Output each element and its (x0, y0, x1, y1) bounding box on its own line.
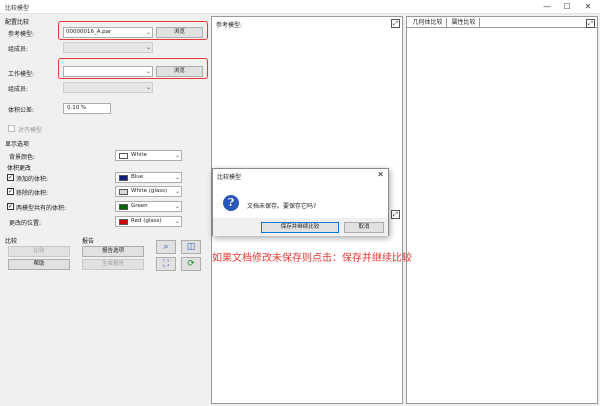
shared-volume-combo[interactable]: Green ⌄ (115, 201, 182, 212)
window-title: 比较模型 (5, 5, 30, 12)
fit-icon: ⛶ (162, 259, 170, 269)
chevron-down-icon: ⌄ (174, 174, 180, 181)
ref-model-value: 00000016_A.par (66, 29, 112, 35)
maximize-button[interactable]: ☐ (560, 1, 574, 13)
refresh-icon: ⟳ (187, 259, 195, 269)
changed-position-label: 更改的位置: (9, 220, 42, 227)
dialog-title: 比较模型 (217, 174, 242, 181)
bg-color-value: White (131, 152, 147, 158)
white-swatch (119, 153, 128, 159)
red-swatch (119, 219, 128, 225)
chevron-down-icon: ⌄ (174, 203, 180, 210)
config-section-title: 配置比较 (5, 19, 30, 26)
work-member-combo[interactable]: ⌄ (63, 82, 153, 93)
minimize-button[interactable]: — (540, 1, 554, 13)
generate-report-button[interactable]: 生成报告 (82, 259, 144, 270)
blue-swatch (119, 175, 128, 181)
added-volume-value: Blue (131, 174, 144, 180)
removed-volume-combo[interactable]: White (glass) ⌄ (115, 186, 182, 197)
bg-color-label: 背景颜色: (9, 154, 36, 161)
work-member-label: 组成员: (8, 86, 29, 93)
work-model-label: 工作模型: (8, 71, 35, 78)
view-button[interactable]: ◫ (181, 240, 201, 254)
instruction-annotation: 如果文档修改未保存则点击：保存并继续比较 (212, 253, 412, 264)
dialog-close-icon[interactable]: ✕ (377, 170, 384, 179)
work-model-combo[interactable]: ⌄ (63, 66, 153, 77)
close-button[interactable]: ✕ (581, 1, 595, 13)
display-section-title: 显示选项 (5, 141, 30, 148)
question-icon: ? (223, 195, 239, 211)
shared-volume-value: Green (131, 203, 148, 209)
chevron-down-icon: ⌄ (145, 68, 151, 75)
title-bar: 比较模型 — ☐ ✕ (0, 0, 600, 14)
expand-icon[interactable]: ⤢ (391, 19, 400, 28)
shared-volume-checkbox[interactable]: ✓ (7, 203, 14, 210)
expand-icon[interactable]: ⤢ (586, 19, 595, 28)
tolerance-label: 体积公差: (8, 107, 35, 114)
changed-position-value: Red (glass) (131, 218, 162, 224)
added-volume-combo[interactable]: Blue ⌄ (115, 172, 182, 183)
compare-section-title: 比较 (5, 238, 18, 245)
chevron-down-icon: ⌄ (174, 218, 180, 225)
tab-property[interactable]: 属性比较 (448, 18, 480, 28)
align-checkbox[interactable] (8, 125, 15, 132)
save-dialog: 比较模型 ✕ ? 文档未保存。要保存它吗? 保存并继续比较 取消 (212, 168, 389, 236)
ref-member-combo[interactable]: ⌄ (63, 42, 153, 53)
ref-browse-button[interactable]: 浏览 (156, 27, 203, 38)
chevron-down-icon: ⌄ (174, 152, 180, 159)
chevron-down-icon: ⌄ (145, 29, 151, 36)
refresh-button[interactable]: ⟳ (181, 257, 201, 271)
glass-swatch (119, 189, 128, 195)
shared-volume-label: 两模型共有的体积: (16, 205, 67, 212)
compare-button[interactable]: 比较 (8, 246, 70, 257)
align-label: 对齐模型 (18, 127, 43, 134)
fit-button[interactable]: ⛶ (156, 257, 176, 271)
work-browse-button[interactable]: 浏览 (156, 66, 203, 77)
volume-section-title: 体积更改 (7, 165, 32, 172)
report-options-button[interactable]: 报告选项 (82, 246, 144, 257)
ref-member-label: 组成员: (8, 46, 29, 53)
added-volume-label: 添加的体积: (16, 176, 49, 183)
cancel-button[interactable]: 取消 (344, 222, 384, 233)
compare-pane[interactable]: 几何体比较 属性比较 ⤢ (406, 16, 598, 404)
chevron-down-icon: ⌄ (174, 188, 180, 195)
ref-model-label: 参考模型: (8, 31, 35, 38)
tab-geometry[interactable]: 几何体比较 (409, 18, 447, 28)
tolerance-input[interactable]: 0.10 % (63, 103, 111, 114)
help-button[interactable]: 帮助 (8, 259, 70, 270)
chevron-down-icon: ⌄ (145, 44, 151, 51)
ref-model-combo[interactable]: 00000016_A.par ⌄ (63, 27, 153, 38)
expand-icon[interactable]: ⤢ (391, 210, 400, 219)
removed-volume-checkbox[interactable]: ✓ (7, 188, 14, 195)
save-continue-button[interactable]: 保存并继续比较 (261, 222, 339, 233)
removed-volume-value: White (glass) (131, 188, 168, 194)
view-icon: ◫ (186, 242, 196, 252)
changed-position-combo[interactable]: Red (glass) ⌄ (115, 216, 182, 227)
removed-volume-label: 移除的体积: (16, 190, 49, 197)
report-section-title: 报告 (82, 238, 95, 245)
magnifier-icon: ⌕ (163, 242, 169, 252)
zoom-button[interactable]: ⌕ (156, 240, 176, 254)
green-swatch (119, 204, 128, 210)
added-volume-checkbox[interactable]: ✓ (7, 174, 14, 181)
bg-color-combo[interactable]: White ⌄ (115, 150, 182, 161)
dialog-message: 文档未保存。要保存它吗? (247, 203, 317, 210)
chevron-down-icon: ⌄ (145, 84, 151, 91)
reference-pane-title: 参考模型: (216, 22, 243, 29)
